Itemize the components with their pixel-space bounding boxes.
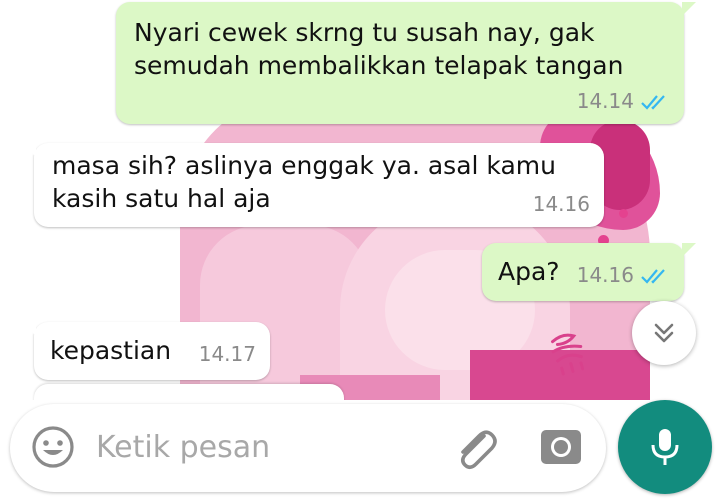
message-time: 14.17 [198,342,256,366]
message-text-line: masa sih? aslinya enggak ya. asal kamu [52,151,556,180]
message-bubble-outgoing[interactable]: Apa? 14.16 [482,243,696,301]
message-bubble-incoming[interactable]: kepastian 14.17 [22,322,270,380]
message-text-line: Nyari cewek skrng tu susah nay, gak [134,18,595,47]
message-time: 14.16 [576,263,634,287]
message-text-line: kasih satu hal aja [52,184,271,213]
read-ticks-icon [641,94,665,110]
microphone-icon [651,429,679,465]
message-bubble-outgoing[interactable]: Nyari cewek skrng tu susah nay, gak semu… [116,2,696,124]
message-meta: 14.17 [199,338,256,371]
scroll-to-bottom-button[interactable] [632,301,696,365]
paperclip-icon[interactable] [450,422,500,472]
read-ticks-icon [641,268,665,284]
message-meta: 14.16 [533,188,590,221]
message-text-line: semudah membalikkan telapak tangan [134,51,624,80]
message-time: 14.16 [532,192,590,216]
message-meta: 14.16 [577,259,670,292]
wallpaper-dot [619,209,628,218]
message-meta: 14.14 [577,85,670,118]
message-bubble-incoming[interactable]: masa sih? aslinya enggak ya. asal kamu k… [22,143,604,227]
chevron-double-down-icon [654,323,674,343]
voice-record-button[interactable] [618,400,712,494]
emoji-icon[interactable] [30,424,76,470]
message-input[interactable] [96,424,426,470]
camera-icon[interactable] [538,424,584,470]
message-time: 14.14 [576,89,634,113]
